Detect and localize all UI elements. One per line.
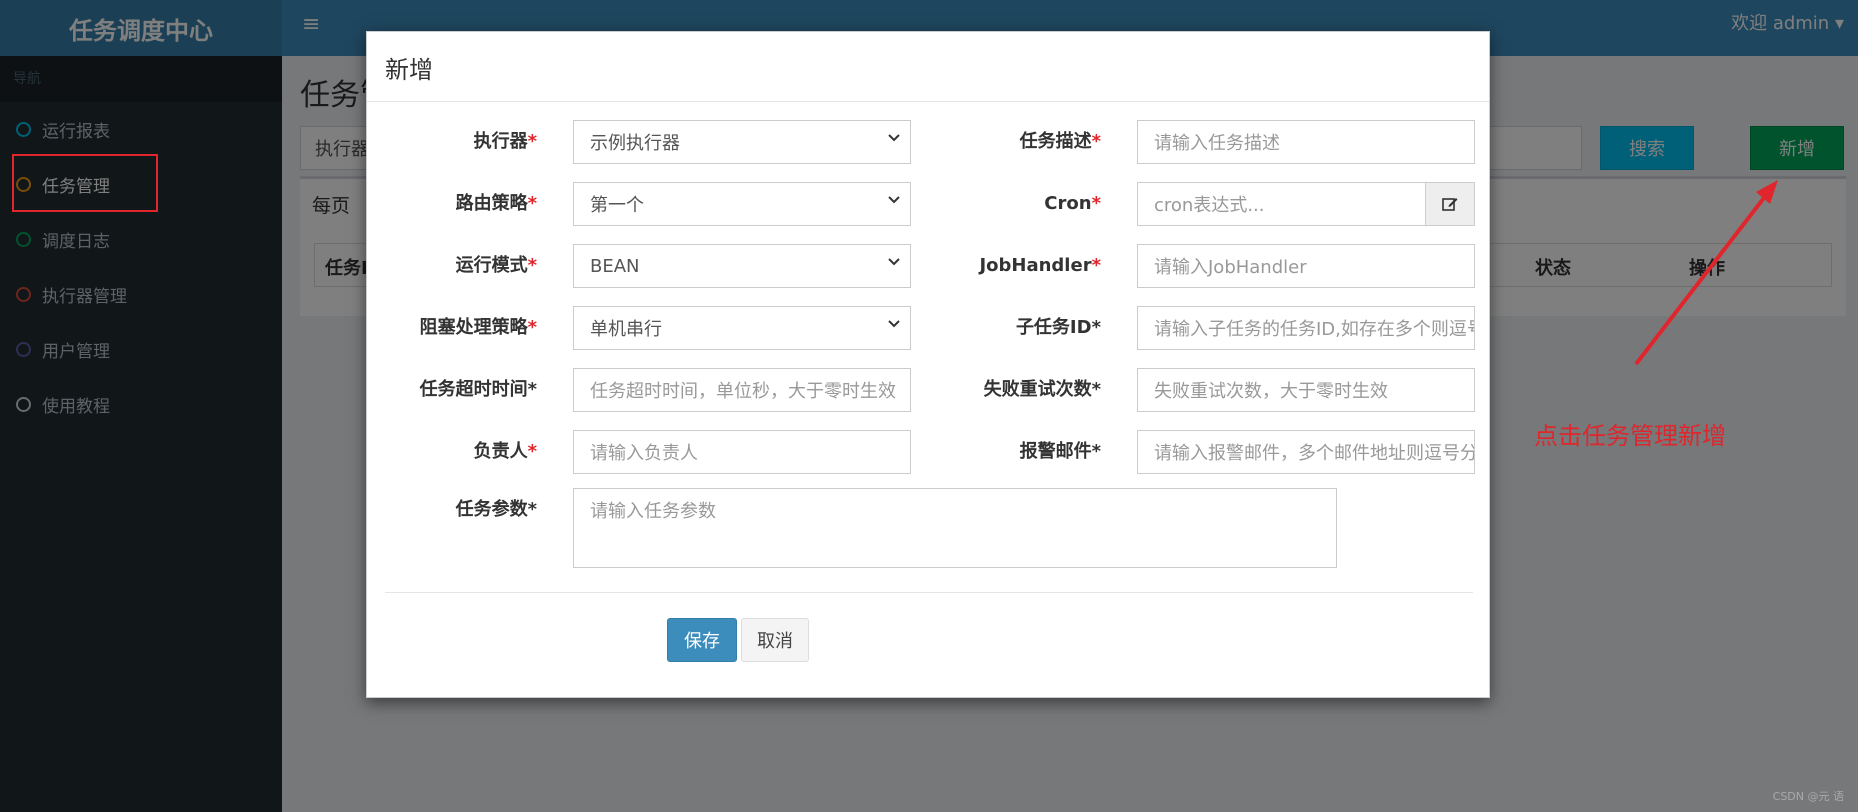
required-mark: * — [1091, 193, 1101, 214]
timeout-label: 任务超时时间* — [419, 379, 537, 400]
desc-label-text: 任务描述 — [1019, 131, 1092, 152]
required-mark: * — [1091, 131, 1101, 152]
route-label-text: 路由策略 — [455, 193, 528, 214]
block-select[interactable]: 单机串行 — [573, 306, 911, 350]
child-label: 子任务ID* — [1015, 317, 1101, 338]
route-label: 路由策略* — [367, 182, 537, 226]
form-row: 阻塞处理策略* 单机串行 子任务ID* 请输入子任务的任务ID,如存在多个则逗号… — [367, 306, 1491, 350]
block-label-text: 阻塞处理策略 — [419, 317, 528, 338]
executor-select[interactable]: 示例执行器 — [573, 120, 911, 164]
annotation-arrow-icon — [1634, 180, 1778, 366]
retry-input[interactable]: 失败重试次数，大于零时生效 — [1137, 368, 1475, 412]
cron-input[interactable]: cron表达式... — [1137, 182, 1427, 226]
cron-label-text: Cron — [1044, 193, 1092, 214]
cancel-button[interactable]: 取消 — [741, 618, 809, 662]
author-label: 负责人* — [367, 430, 537, 474]
form-row: 负责人* 请输入负责人 报警邮件* 请输入报警邮件，多个邮件地址则逗号分隔 — [367, 430, 1491, 474]
chevron-down-icon — [888, 258, 900, 266]
executor-label: 执行器* — [367, 120, 537, 164]
alarm-label: 报警邮件* — [1019, 441, 1101, 462]
required-mark: * — [527, 255, 537, 276]
timeout-input[interactable]: 任务超时时间，单位秒，大于零时生效 — [573, 368, 911, 412]
cron-edit-button[interactable] — [1425, 182, 1475, 226]
chevron-down-icon — [888, 196, 900, 204]
save-button[interactable]: 保存 — [667, 618, 737, 662]
handler-label: JobHandler* — [927, 244, 1101, 288]
desc-label: 任务描述* — [927, 120, 1101, 164]
retry-label: 失败重试次数* — [983, 379, 1101, 400]
add-job-modal: 新增 执行器* 示例执行器 任务描述* 请输入任务描述 路由策略* 第一个 Cr… — [366, 31, 1490, 698]
required-mark: * — [1091, 255, 1101, 276]
required-mark: * — [527, 131, 537, 152]
required-mark: * — [527, 317, 537, 338]
annotation-text: 点击任务管理新增 — [1534, 422, 1726, 450]
watermark: CSDN @元 语 — [1772, 790, 1844, 803]
author-label-text: 负责人 — [473, 441, 528, 462]
cron-label: Cron* — [927, 182, 1101, 226]
block-value: 单机串行 — [590, 319, 662, 340]
mode-select[interactable]: BEAN — [573, 244, 911, 288]
mode-label-text: 运行模式 — [455, 255, 528, 276]
form-row: 路由策略* 第一个 Cron* cron表达式... — [367, 182, 1491, 226]
chevron-down-icon — [888, 320, 900, 328]
author-input[interactable]: 请输入负责人 — [573, 430, 911, 474]
form-row: 任务超时时间* 任务超时时间，单位秒，大于零时生效 失败重试次数* 失败重试次数… — [367, 368, 1491, 412]
modal-title: 新增 — [367, 32, 1489, 102]
form-row: 运行模式* BEAN JobHandler* 请输入JobHandler — [367, 244, 1491, 288]
handler-input[interactable]: 请输入JobHandler — [1137, 244, 1475, 288]
handler-label-text: JobHandler — [979, 255, 1092, 276]
chevron-down-icon — [888, 134, 900, 142]
modal-divider — [385, 592, 1473, 593]
route-select[interactable]: 第一个 — [573, 182, 911, 226]
alarm-input[interactable]: 请输入报警邮件，多个邮件地址则逗号分隔 — [1137, 430, 1475, 474]
block-label: 阻塞处理策略* — [367, 306, 537, 350]
executor-value: 示例执行器 — [590, 133, 680, 154]
executor-label-text: 执行器 — [473, 131, 528, 152]
highlight-box — [12, 154, 158, 212]
mode-value: BEAN — [590, 255, 640, 277]
desc-input[interactable]: 请输入任务描述 — [1137, 120, 1475, 164]
edit-icon — [1442, 198, 1458, 211]
required-mark: * — [527, 441, 537, 462]
form-row: 执行器* 示例执行器 任务描述* 请输入任务描述 — [367, 120, 1491, 164]
mode-label: 运行模式* — [367, 244, 537, 288]
route-value: 第一个 — [590, 195, 644, 216]
params-label: 任务参数* — [455, 499, 537, 520]
required-mark: * — [527, 193, 537, 214]
params-textarea[interactable]: 请输入任务参数 — [573, 488, 1337, 568]
child-input[interactable]: 请输入子任务的任务ID,如存在多个则逗号分隔 — [1137, 306, 1475, 350]
